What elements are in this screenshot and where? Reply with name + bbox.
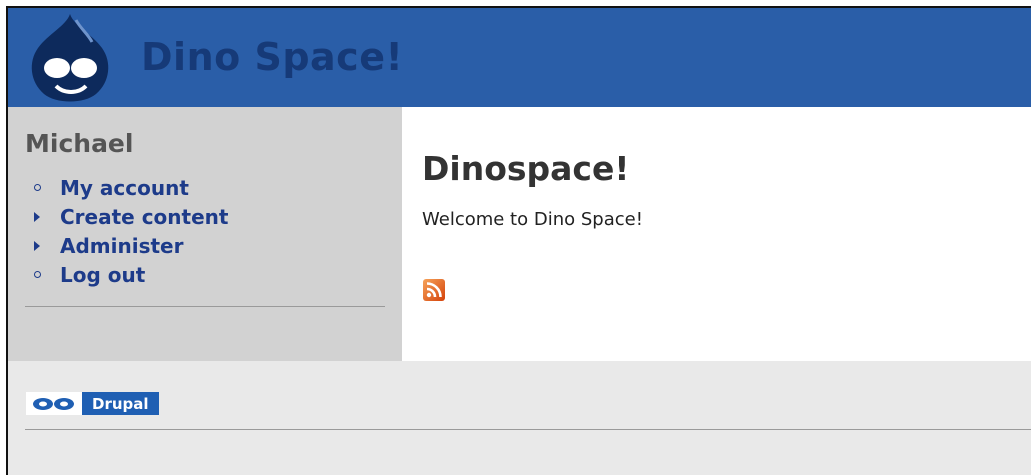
sidebar: Michael My account Create content Admini… <box>8 107 402 361</box>
menu-link-administer[interactable]: Administer <box>60 234 183 258</box>
collapsed-arrow-icon <box>30 239 44 253</box>
drupal-badge-icon <box>26 392 82 415</box>
circle-bullet-icon <box>30 181 44 195</box>
footer-divider <box>25 429 1031 430</box>
collapsed-arrow-icon <box>30 210 44 224</box>
menu-item-create-content[interactable]: Create content <box>30 202 228 231</box>
rss-icon[interactable] <box>423 279 445 301</box>
site-footer: Drupal <box>8 361 1031 475</box>
sidebar-divider <box>25 306 385 307</box>
menu-link-log-out[interactable]: Log out <box>60 263 145 287</box>
circle-bullet-icon <box>30 268 44 282</box>
menu-link-create-content[interactable]: Create content <box>60 205 228 229</box>
main-content: Dinospace! Welcome to Dino Space! <box>402 107 1031 361</box>
drupal-badge-label: Drupal <box>82 392 159 415</box>
menu-item-my-account[interactable]: My account <box>30 173 228 202</box>
site-name[interactable]: Dino Space! <box>141 35 403 79</box>
site-header: Dino Space! <box>8 8 1031 107</box>
menu-item-log-out[interactable]: Log out <box>30 260 228 289</box>
page-title: Dinospace! <box>422 149 630 188</box>
welcome-text: Welcome to Dino Space! <box>422 209 643 230</box>
drupal-drop-logo-icon[interactable] <box>26 12 114 104</box>
sidebar-username: Michael <box>25 129 134 158</box>
menu-link-my-account[interactable]: My account <box>60 176 189 200</box>
powered-by-drupal-badge[interactable]: Drupal <box>26 392 159 415</box>
user-menu: My account Create content Administer Log… <box>30 173 228 289</box>
menu-item-administer[interactable]: Administer <box>30 231 228 260</box>
browser-viewport: Dino Space! Michael My account Create co… <box>6 6 1031 475</box>
